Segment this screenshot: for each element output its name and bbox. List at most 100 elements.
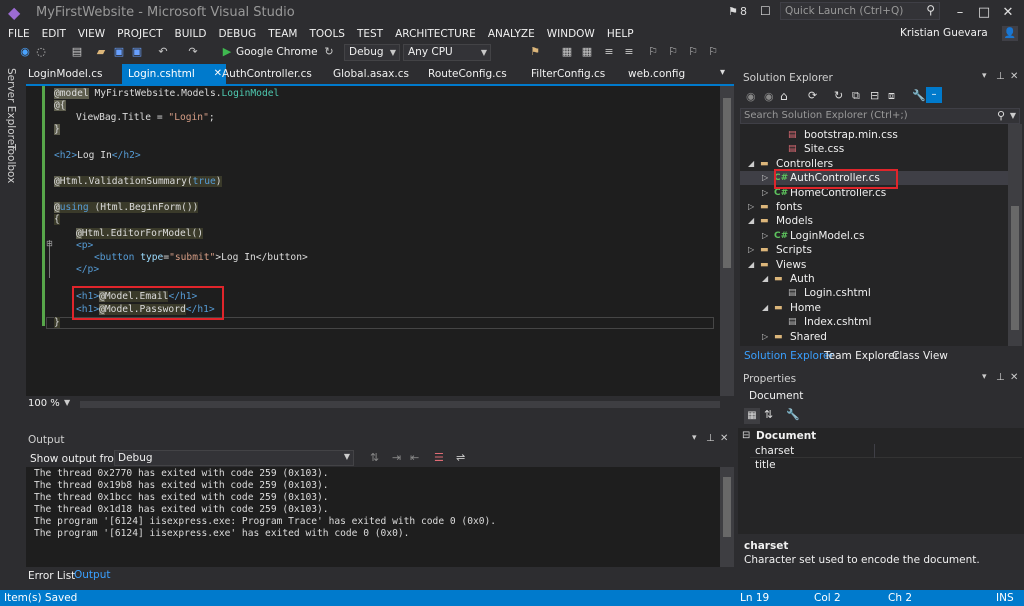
- tab-global-asax[interactable]: Global.asax.cs: [327, 64, 427, 84]
- collapsed-arrow-icon[interactable]: ▷: [762, 229, 768, 243]
- toolbar-icon-5[interactable]: ≡: [622, 45, 636, 59]
- pin-icon[interactable]: ⊥: [996, 372, 1005, 383]
- collapsed-arrow-icon[interactable]: ▷: [748, 243, 754, 257]
- next-message-icon[interactable]: ⇤: [410, 451, 419, 464]
- tab-overflow-icon[interactable]: ▾: [720, 67, 725, 78]
- tab-solution-explorer[interactable]: Solution Explorer: [744, 350, 834, 362]
- scrollbar-thumb[interactable]: [723, 98, 731, 268]
- word-wrap-icon[interactable]: ⇌: [456, 451, 465, 464]
- collapsed-arrow-icon[interactable]: ▷: [762, 186, 768, 200]
- tree-item[interactable]: ◢ ▬ Views: [740, 258, 1008, 272]
- output-vertical-scrollbar[interactable]: [720, 467, 734, 567]
- collapse-icon[interactable]: ⊟: [742, 430, 750, 441]
- menu-analyze[interactable]: ANALYZE: [482, 26, 541, 42]
- menu-help[interactable]: HELP: [601, 26, 640, 42]
- pin-icon[interactable]: ⊥: [706, 433, 715, 444]
- tree-item[interactable]: ▤ Site.css: [740, 142, 1008, 156]
- expanded-arrow-icon[interactable]: ◢: [748, 214, 754, 228]
- user-name[interactable]: Kristian Guevara: [900, 27, 988, 39]
- menu-build[interactable]: BUILD: [169, 26, 213, 42]
- output-source-select[interactable]: Debug ▼: [114, 450, 354, 466]
- quick-launch-input[interactable]: Quick Launch (Ctrl+Q) ⚲: [780, 2, 940, 20]
- tree-item[interactable]: ▷ ▬ Shared: [740, 330, 1008, 344]
- expanded-arrow-icon[interactable]: ◢: [748, 258, 754, 272]
- redo-icon[interactable]: ↷: [186, 45, 200, 59]
- bookmark-icon[interactable]: ⚐: [646, 45, 660, 59]
- menu-edit[interactable]: EDIT: [36, 26, 72, 42]
- properties-icon[interactable]: 🔧: [912, 89, 926, 102]
- close-icon[interactable]: ✕: [1010, 71, 1018, 82]
- user-avatar-icon[interactable]: 👤: [1002, 26, 1018, 41]
- tab-login-cshtml[interactable]: Login.cshtml ✕: [122, 64, 226, 84]
- tree-item[interactable]: ◢ ▬ Auth: [740, 272, 1008, 286]
- tree-item[interactable]: ◢ ▬ Home: [740, 301, 1008, 315]
- alphabetical-icon[interactable]: ⇅: [764, 408, 773, 421]
- menu-file[interactable]: FILE: [2, 26, 36, 42]
- run-target-label[interactable]: Google Chrome: [236, 46, 318, 58]
- tree-item[interactable]: ▤ bootstrap.min.css: [740, 128, 1008, 142]
- open-file-icon[interactable]: ▰: [94, 45, 108, 59]
- show-all-files-icon[interactable]: ⧉: [852, 89, 860, 103]
- property-row-charset[interactable]: charset: [750, 444, 1022, 458]
- expanded-arrow-icon[interactable]: ◢: [748, 157, 754, 171]
- refresh-icon[interactable]: ↻: [322, 45, 336, 59]
- toolbar-icon-2[interactable]: ▦: [560, 45, 574, 59]
- menu-window[interactable]: WINDOW: [541, 26, 601, 42]
- save-all-icon[interactable]: ▣: [130, 45, 144, 59]
- bookmark-next-icon[interactable]: ⚐: [686, 45, 700, 59]
- sync-icon[interactable]: ⟳: [808, 89, 817, 102]
- collapsed-arrow-icon[interactable]: ▷: [762, 171, 768, 185]
- expanded-arrow-icon[interactable]: ◢: [762, 301, 768, 315]
- menu-project[interactable]: PROJECT: [111, 26, 168, 42]
- menu-view[interactable]: VIEW: [72, 26, 111, 42]
- code-editor[interactable]: ⊟ @model MyFirstWebsite.Models.LoginMode…: [26, 84, 734, 396]
- close-icon[interactable]: ✕: [720, 433, 728, 444]
- tree-item[interactable]: ▤ Index.cshtml: [740, 315, 1008, 329]
- notification-count[interactable]: 8: [740, 5, 747, 18]
- new-project-icon[interactable]: ▤: [70, 45, 84, 59]
- forward-icon[interactable]: ◌: [34, 45, 48, 59]
- toolbar-icon-4[interactable]: ≡: [602, 45, 616, 59]
- editor-horizontal-scrollbar[interactable]: [80, 401, 720, 408]
- tab-routeconfig[interactable]: RouteConfig.cs: [422, 64, 522, 84]
- tree-item[interactable]: ▤ Login.cshtml: [740, 286, 1008, 300]
- save-icon[interactable]: ▣: [112, 45, 126, 59]
- home-icon[interactable]: ⌂: [780, 89, 788, 103]
- refresh-icon[interactable]: ↻: [834, 89, 843, 102]
- bookmark-clear-icon[interactable]: ⚐: [706, 45, 720, 59]
- tab-web-config[interactable]: web.config: [622, 64, 712, 84]
- collapsed-arrow-icon[interactable]: ▷: [748, 200, 754, 214]
- bookmark-prev-icon[interactable]: ⚐: [666, 45, 680, 59]
- tree-item[interactable]: ▷ ▬ Scripts: [740, 243, 1008, 257]
- pin-icon[interactable]: ⊥: [996, 71, 1005, 82]
- scrollbar-thumb[interactable]: [1011, 206, 1019, 330]
- configuration-select[interactable]: Debug ▼: [344, 44, 400, 61]
- server-explorer-tab[interactable]: Server Explorer: [5, 68, 17, 150]
- preview-selected-icon[interactable]: –: [926, 87, 942, 103]
- close-icon[interactable]: ✕: [998, 5, 1018, 20]
- collapsed-arrow-icon[interactable]: ▷: [762, 330, 768, 344]
- tab-filterconfig[interactable]: FilterConfig.cs: [525, 64, 625, 84]
- property-value-cell[interactable]: [874, 444, 875, 458]
- prev-message-icon[interactable]: ⇥: [392, 451, 401, 464]
- output-menu-icon[interactable]: ▾: [692, 433, 697, 443]
- solution-search-input[interactable]: Search Solution Explorer (Ctrl+;) ⚲ ▼: [740, 108, 1020, 124]
- output-text-area[interactable]: The thread 0x2770 has exited with code 2…: [26, 467, 720, 567]
- menu-test[interactable]: TEST: [351, 26, 389, 42]
- tab-class-view[interactable]: Class View: [892, 350, 948, 362]
- scrollbar-thumb[interactable]: [723, 477, 731, 537]
- menu-debug[interactable]: DEBUG: [212, 26, 262, 42]
- tab-error-list[interactable]: Error List: [28, 570, 75, 582]
- panel-menu-icon[interactable]: ▾: [982, 372, 987, 382]
- back-icon[interactable]: ◉: [18, 45, 32, 59]
- tab-loginmodel[interactable]: LoginModel.cs: [22, 64, 126, 84]
- menu-tools[interactable]: TOOLS: [304, 26, 351, 42]
- close-icon[interactable]: ✕: [1010, 372, 1018, 383]
- toolbox-tab[interactable]: Toolbox: [5, 144, 17, 183]
- solution-tree-scrollbar[interactable]: [1008, 124, 1022, 346]
- chevron-down-icon[interactable]: ▼: [64, 398, 70, 407]
- tree-item[interactable]: ▷ ▬ fonts: [740, 200, 1008, 214]
- properties-object-select[interactable]: Document: [744, 388, 1020, 404]
- feedback-icon[interactable]: ☐: [760, 4, 771, 18]
- tab-team-explorer[interactable]: Team Explorer: [824, 350, 899, 362]
